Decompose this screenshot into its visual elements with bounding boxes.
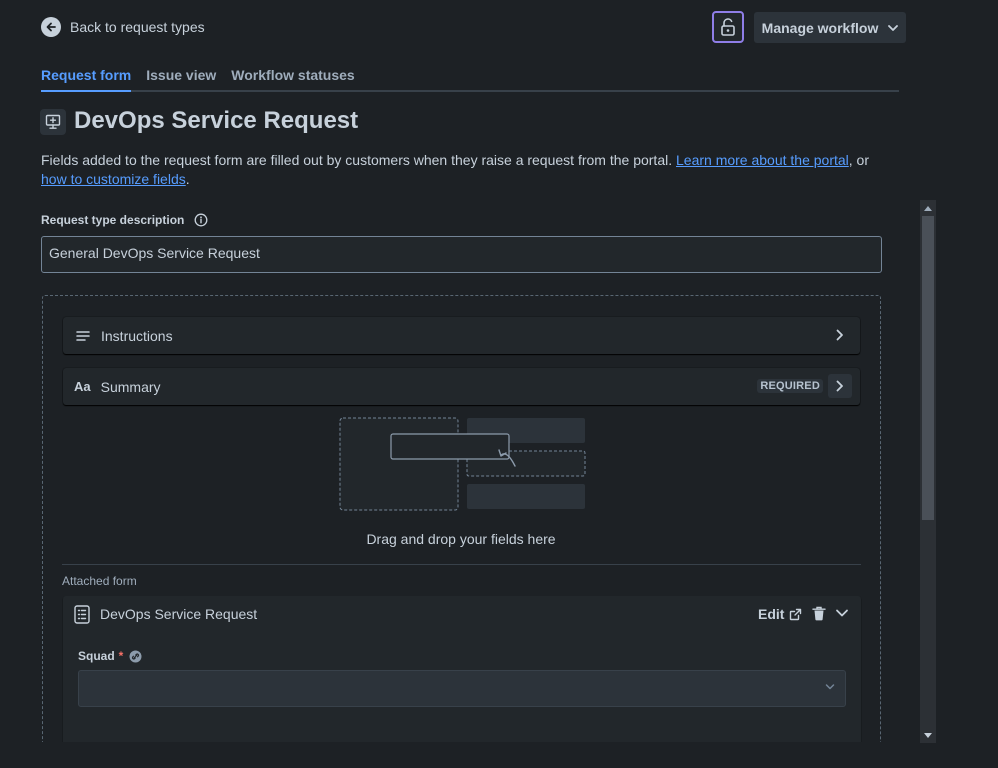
form-document-icon: [74, 605, 90, 624]
unlock-button[interactable]: [712, 11, 744, 43]
monitor-plus-icon: [45, 114, 61, 129]
instructions-label: Instructions: [101, 327, 173, 344]
description-prefix: Fields added to the request form are fil…: [41, 152, 676, 168]
back-to-request-types-link[interactable]: Back to request types: [41, 17, 205, 37]
request-type-description-label-text: Request type description: [41, 213, 185, 227]
scroll-down-arrow-icon[interactable]: [920, 727, 936, 743]
divider: [62, 564, 861, 565]
trash-icon[interactable]: [812, 606, 826, 621]
drop-zone-text: Drag and drop your fields here: [366, 531, 556, 547]
chevron-down-icon: [888, 24, 899, 31]
link-icon: [129, 650, 142, 662]
info-icon[interactable]: [194, 213, 208, 227]
required-badge: REQUIRED: [757, 379, 823, 393]
tab-workflow-statuses[interactable]: Workflow statuses: [231, 67, 354, 90]
back-label: Back to request types: [70, 19, 205, 35]
external-link-icon: [790, 608, 802, 620]
page-description: Fields added to the request form are fil…: [41, 151, 891, 189]
text-lines-icon: [76, 330, 90, 341]
edit-label: Edit: [758, 606, 785, 622]
attached-form-title: DevOps Service Request: [100, 606, 258, 622]
chevron-right-icon[interactable]: [828, 323, 852, 347]
required-asterisk: *: [118, 649, 124, 663]
summary-label: Summary: [100, 378, 161, 395]
description-mid: , or: [848, 152, 870, 168]
unlock-icon: [721, 18, 735, 36]
text-field-icon: Aa: [74, 379, 91, 394]
description-suffix: .: [185, 171, 190, 187]
chevron-down-icon[interactable]: [834, 605, 850, 621]
arrow-left-icon: [41, 17, 61, 37]
squad-label-text: Squad: [78, 649, 115, 663]
squad-select[interactable]: [78, 670, 846, 707]
summary-field-card[interactable]: Aa Summary REQUIRED: [63, 368, 860, 405]
drag-drop-illustration: [339, 417, 586, 511]
tab-bar: Request form Issue view Workflow statuse…: [41, 67, 899, 92]
instructions-field-card[interactable]: Instructions: [63, 317, 860, 354]
viewport-bottom-edge: [0, 742, 920, 768]
tab-issue-view[interactable]: Issue view: [146, 67, 216, 90]
manage-workflow-button[interactable]: Manage workflow: [754, 12, 906, 43]
customize-fields-link[interactable]: how to customize fields: [41, 171, 186, 187]
learn-more-portal-link[interactable]: Learn more about the portal: [676, 152, 849, 168]
attached-form-label: Attached form: [62, 574, 137, 588]
request-type-icon[interactable]: [40, 109, 66, 135]
scrollbar-thumb[interactable]: [922, 216, 934, 520]
chevron-down-icon: [825, 684, 835, 690]
squad-field-label: Squad *: [78, 649, 142, 663]
scroll-up-arrow-icon[interactable]: [920, 200, 936, 216]
request-type-description-input[interactable]: General DevOps Service Request: [41, 236, 882, 273]
tab-request-form[interactable]: Request form: [41, 67, 132, 92]
manage-workflow-label: Manage workflow: [761, 19, 879, 36]
page-title: DevOps Service Request: [74, 107, 359, 134]
request-type-description-label: Request type description: [41, 213, 208, 227]
chevron-right-icon[interactable]: [828, 374, 852, 398]
edit-form-button[interactable]: Edit: [758, 606, 802, 622]
